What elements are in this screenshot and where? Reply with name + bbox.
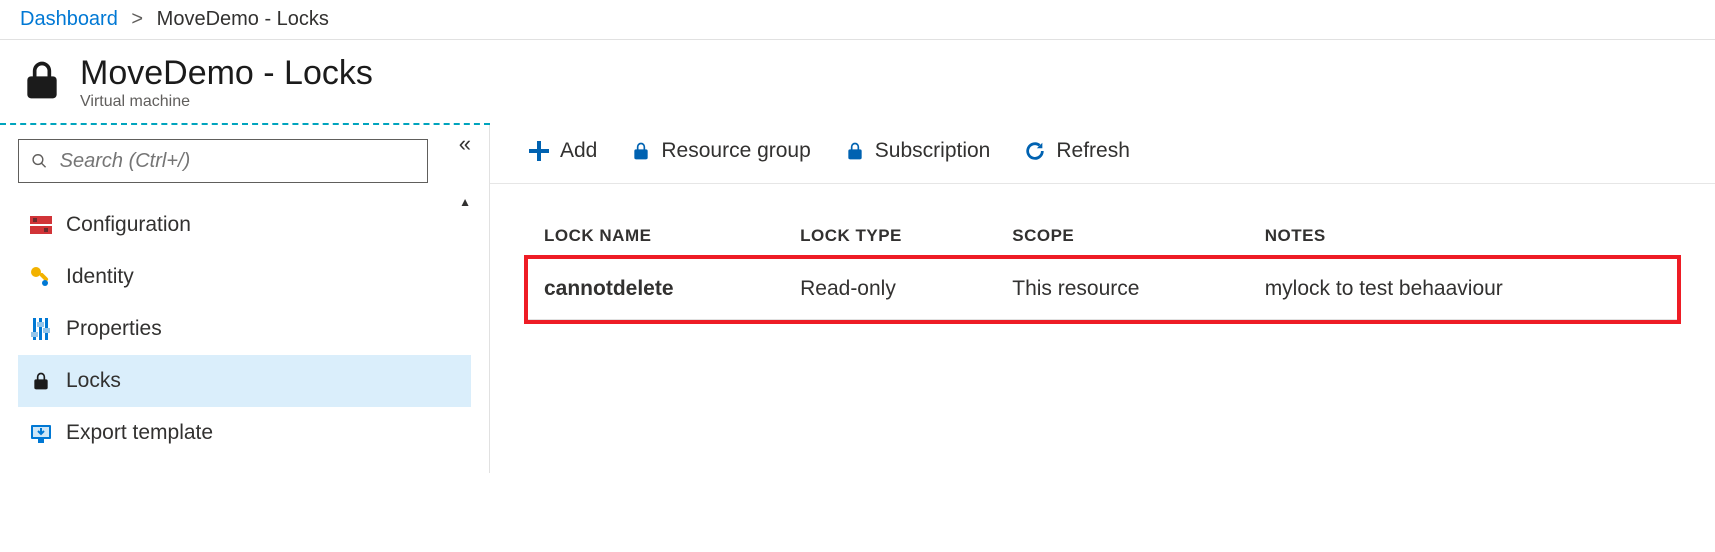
breadcrumb: Dashboard > MoveDemo - Locks [0, 0, 1715, 40]
scroll-up-icon[interactable]: ▲ [459, 195, 471, 209]
resource-group-button[interactable]: Resource group [631, 139, 810, 163]
page-header: MoveDemo - Locks Virtual machine [0, 40, 1715, 123]
toolbar: Add Resource group Subscription Refresh [490, 125, 1715, 184]
cell-lock-name: cannotdelete [528, 259, 784, 320]
lock-icon [30, 370, 52, 392]
sidebar-item-properties[interactable]: Properties [18, 303, 471, 355]
subscription-label: Subscription [875, 139, 991, 163]
configuration-icon [30, 216, 52, 234]
add-button[interactable]: Add [528, 139, 597, 163]
breadcrumb-root[interactable]: Dashboard [20, 8, 118, 30]
locks-table: LOCK NAME LOCK TYPE SCOPE NOTES cannotde… [528, 214, 1677, 320]
lock-icon [20, 58, 64, 102]
identity-icon [30, 266, 52, 288]
breadcrumb-separator: > [131, 8, 143, 30]
lock-icon [845, 140, 865, 162]
col-lock-name[interactable]: LOCK NAME [528, 214, 784, 259]
col-scope[interactable]: SCOPE [996, 214, 1248, 259]
lock-icon [631, 140, 651, 162]
sidebar-item-label: Export template [66, 421, 213, 445]
resource-group-label: Resource group [661, 139, 810, 163]
subscription-button[interactable]: Subscription [845, 139, 991, 163]
cell-scope: This resource [996, 259, 1248, 320]
main-content: Add Resource group Subscription Refresh [490, 125, 1715, 473]
sidebar-item-label: Configuration [66, 213, 191, 237]
refresh-icon [1024, 140, 1046, 162]
refresh-label: Refresh [1056, 139, 1130, 163]
sidebar-item-configuration[interactable]: Configuration [18, 199, 471, 251]
page-subtitle: Virtual machine [80, 93, 373, 111]
search-box[interactable] [18, 139, 428, 183]
cell-notes: mylock to test behaaviour [1249, 259, 1677, 320]
page-title: MoveDemo - Locks [80, 54, 373, 93]
search-icon [31, 152, 48, 170]
sidebar-item-identity[interactable]: Identity [18, 251, 471, 303]
export-template-icon [30, 423, 52, 443]
sidebar-item-label: Locks [66, 369, 121, 393]
cell-lock-type: Read-only [784, 259, 996, 320]
properties-icon [30, 318, 52, 340]
breadcrumb-current: MoveDemo - Locks [157, 8, 329, 30]
add-label: Add [560, 139, 597, 163]
sidebar-item-locks[interactable]: Locks [18, 355, 471, 407]
sidebar: « ▲ Configuration Identity [0, 125, 490, 473]
sidebar-item-label: Properties [66, 317, 162, 341]
col-lock-type[interactable]: LOCK TYPE [784, 214, 996, 259]
sidebar-item-label: Identity [66, 265, 134, 289]
refresh-button[interactable]: Refresh [1024, 139, 1130, 163]
search-input[interactable] [60, 150, 415, 173]
plus-icon [528, 140, 550, 162]
collapse-sidebar-button[interactable]: « [459, 131, 471, 157]
locks-table-wrap: LOCK NAME LOCK TYPE SCOPE NOTES cannotde… [490, 184, 1715, 350]
col-notes[interactable]: NOTES [1249, 214, 1677, 259]
sidebar-item-export-template[interactable]: Export template [18, 407, 471, 459]
table-row[interactable]: cannotdelete Read-only This resource myl… [528, 259, 1677, 320]
sidebar-menu: ▲ Configuration Identity Properties [18, 199, 471, 459]
